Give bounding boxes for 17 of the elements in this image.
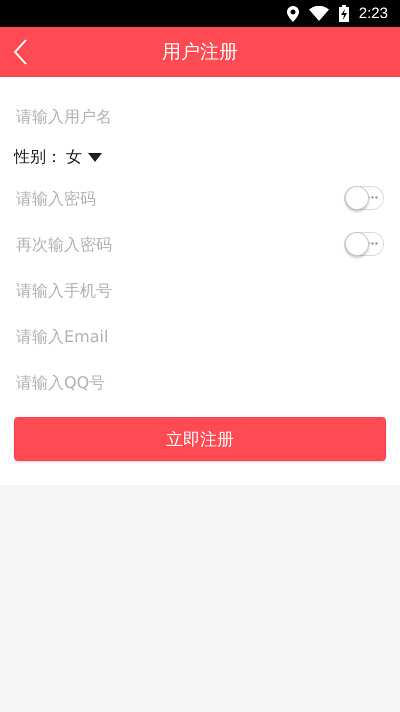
password-field[interactable]: 再次输入密码	[14, 228, 344, 260]
wifi-icon	[308, 6, 329, 21]
gender-dropdown[interactable]: 女	[66, 146, 102, 168]
clock-time: 2:23	[358, 5, 388, 22]
battery-icon	[338, 5, 349, 22]
input-field[interactable]: 请输入手机号	[14, 274, 386, 306]
page-title: 用户注册	[162, 40, 238, 65]
password-field[interactable]: 请输入密码	[14, 182, 344, 214]
input-field[interactable]: 请输入QQ号	[14, 366, 386, 398]
location-icon	[286, 6, 299, 22]
visibility-toggle[interactable]	[344, 186, 384, 210]
gender-label: 性别：	[14, 146, 62, 168]
caret-icon	[88, 152, 102, 162]
input-field[interactable]: 请输入用户名	[14, 100, 386, 132]
visibility-toggle[interactable]	[344, 232, 384, 256]
back-icon[interactable]	[13, 39, 27, 65]
input-field[interactable]: 请输入Email	[14, 320, 386, 352]
